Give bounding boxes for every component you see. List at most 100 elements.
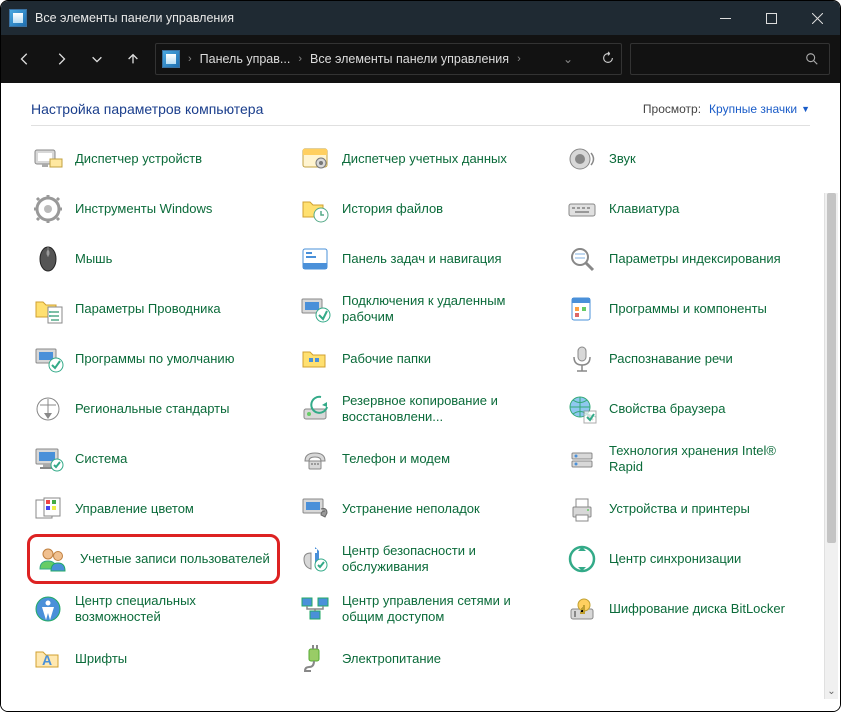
explorer-options-icon bbox=[31, 292, 65, 326]
view-by: Просмотр: Крупные значки ▼ bbox=[643, 102, 810, 116]
cp-item-label: Звук bbox=[609, 151, 636, 167]
cp-item[interactable]: Центр управления сетями и общим доступом bbox=[294, 584, 547, 634]
cp-item[interactable]: Диспетчер устройств bbox=[27, 134, 280, 184]
scrollbar[interactable]: ⌄ bbox=[824, 193, 838, 699]
cp-item[interactable]: Шрифты bbox=[27, 634, 280, 684]
cp-item-label: Программы и компоненты bbox=[609, 301, 767, 317]
cp-item-label: Устройства и принтеры bbox=[609, 501, 750, 517]
ease-access-icon bbox=[31, 592, 65, 626]
chevron-down-icon[interactable]: ⌄ bbox=[561, 52, 575, 66]
cp-item[interactable]: Звук bbox=[561, 134, 814, 184]
cp-item-label: Электропитание bbox=[342, 651, 441, 667]
troubleshoot-icon bbox=[298, 492, 332, 526]
phone-modem-icon bbox=[298, 442, 332, 476]
cp-item[interactable]: Резервное копирование и восстановлени... bbox=[294, 384, 547, 434]
cp-item-label: Телефон и модем bbox=[342, 451, 450, 467]
search-box[interactable] bbox=[630, 43, 830, 75]
cp-item[interactable]: Система bbox=[27, 434, 280, 484]
back-button[interactable] bbox=[11, 45, 39, 73]
cp-item-label: История файлов bbox=[342, 201, 443, 217]
cp-item[interactable]: Подключения к удаленным рабочим bbox=[294, 284, 547, 334]
cp-item[interactable]: Программы по умолчанию bbox=[27, 334, 280, 384]
maximize-button[interactable] bbox=[748, 1, 794, 35]
cp-item-label: Центр синхронизации bbox=[609, 551, 741, 567]
cp-item-label: Подключения к удаленным рабочим bbox=[342, 293, 543, 326]
color-mgmt-icon bbox=[31, 492, 65, 526]
cp-item[interactable]: Шифрование диска BitLocker bbox=[561, 584, 814, 634]
scroll-down-icon[interactable]: ⌄ bbox=[825, 686, 838, 697]
cp-item[interactable]: Параметры Проводника bbox=[27, 284, 280, 334]
refresh-button[interactable] bbox=[601, 51, 615, 68]
cp-item[interactable]: Диспетчер учетных данных bbox=[294, 134, 547, 184]
recent-dropdown-button[interactable] bbox=[83, 45, 111, 73]
mouse-icon bbox=[31, 242, 65, 276]
chevron-right-icon: › bbox=[296, 53, 304, 65]
cp-item-label: Технология хранения Intel® Rapid bbox=[609, 443, 810, 476]
cp-item-label: Устранение неполадок bbox=[342, 501, 480, 517]
cp-item[interactable]: Учетные записи пользователей bbox=[27, 534, 280, 584]
titlebar: Все элементы панели управления bbox=[1, 1, 840, 35]
cp-item[interactable]: Электропитание bbox=[294, 634, 547, 684]
cp-item-label: Центр безопасности и обслуживания bbox=[342, 543, 543, 576]
cp-item[interactable]: Мышь bbox=[27, 234, 280, 284]
file-history-icon bbox=[298, 192, 332, 226]
cp-item-label: Инструменты Windows bbox=[75, 201, 212, 217]
app-icon bbox=[9, 9, 27, 27]
up-button[interactable] bbox=[119, 45, 147, 73]
cp-item[interactable]: Рабочие папки bbox=[294, 334, 547, 384]
cp-item[interactable]: Устранение неполадок bbox=[294, 484, 547, 534]
cp-item-label: Резервное копирование и восстановлени... bbox=[342, 393, 543, 426]
search-icon bbox=[805, 52, 819, 66]
cp-item[interactable]: Телефон и модем bbox=[294, 434, 547, 484]
cp-item-label: Диспетчер учетных данных bbox=[342, 151, 507, 167]
cp-item[interactable]: Параметры индексирования bbox=[561, 234, 814, 284]
indexing-icon bbox=[565, 242, 599, 276]
cp-item-label: Управление цветом bbox=[75, 501, 194, 517]
cp-item[interactable]: Распознавание речи bbox=[561, 334, 814, 384]
chevron-right-icon: › bbox=[515, 53, 523, 65]
cp-item[interactable]: Клавиатура bbox=[561, 184, 814, 234]
address-bar[interactable]: › Панель управ... › Все элементы панели … bbox=[155, 43, 622, 75]
content-header: Настройка параметров компьютера Просмотр… bbox=[1, 83, 840, 125]
cp-item-label: Шифрование диска BitLocker bbox=[609, 601, 785, 617]
intel-rapid-icon bbox=[565, 442, 599, 476]
cp-item[interactable]: Устройства и принтеры bbox=[561, 484, 814, 534]
cp-item[interactable]: История файлов bbox=[294, 184, 547, 234]
device-manager-icon bbox=[31, 142, 65, 176]
cp-item[interactable]: Технология хранения Intel® Rapid bbox=[561, 434, 814, 484]
cp-item[interactable]: Свойства браузера bbox=[561, 384, 814, 434]
cp-item-label: Центр управления сетями и общим доступом bbox=[342, 593, 543, 626]
breadcrumb-seg2[interactable]: Все элементы панели управления bbox=[310, 52, 509, 66]
cp-item-label: Параметры Проводника bbox=[75, 301, 221, 317]
view-by-dropdown[interactable]: Крупные значки ▼ bbox=[709, 102, 810, 116]
power-icon bbox=[298, 642, 332, 676]
cp-item[interactable]: Центр безопасности и обслуживания bbox=[294, 534, 547, 584]
devices-printers-icon bbox=[565, 492, 599, 526]
close-button[interactable] bbox=[794, 1, 840, 35]
scrollbar-thumb[interactable] bbox=[827, 193, 836, 543]
minimize-button[interactable] bbox=[702, 1, 748, 35]
remote-desktop-icon bbox=[298, 292, 332, 326]
cp-item-label: Учетные записи пользователей bbox=[80, 551, 270, 567]
cp-item-label: Клавиатура bbox=[609, 201, 679, 217]
cp-item[interactable]: Центр синхронизации bbox=[561, 534, 814, 584]
window-title: Все элементы панели управления bbox=[35, 11, 702, 25]
tools-icon bbox=[31, 192, 65, 226]
breadcrumb-seg1[interactable]: Панель управ... bbox=[200, 52, 291, 66]
fonts-icon bbox=[31, 642, 65, 676]
forward-button[interactable] bbox=[47, 45, 75, 73]
cp-item[interactable]: Программы и компоненты bbox=[561, 284, 814, 334]
cp-item-label: Параметры индексирования bbox=[609, 251, 781, 267]
cp-item-label: Система bbox=[75, 451, 127, 467]
cp-item[interactable]: Региональные стандарты bbox=[27, 384, 280, 434]
cp-item[interactable]: Инструменты Windows bbox=[27, 184, 280, 234]
programs-icon bbox=[565, 292, 599, 326]
cp-item-label: Свойства браузера bbox=[609, 401, 725, 417]
cp-item[interactable]: Панель задач и навигация bbox=[294, 234, 547, 284]
taskbar-icon bbox=[298, 242, 332, 276]
sync-center-icon bbox=[565, 542, 599, 576]
bitlocker-icon bbox=[565, 592, 599, 626]
cp-item[interactable]: Центр специальных возможностей bbox=[27, 584, 280, 634]
cp-item-label: Региональные стандарты bbox=[75, 401, 229, 417]
cp-item[interactable]: Управление цветом bbox=[27, 484, 280, 534]
